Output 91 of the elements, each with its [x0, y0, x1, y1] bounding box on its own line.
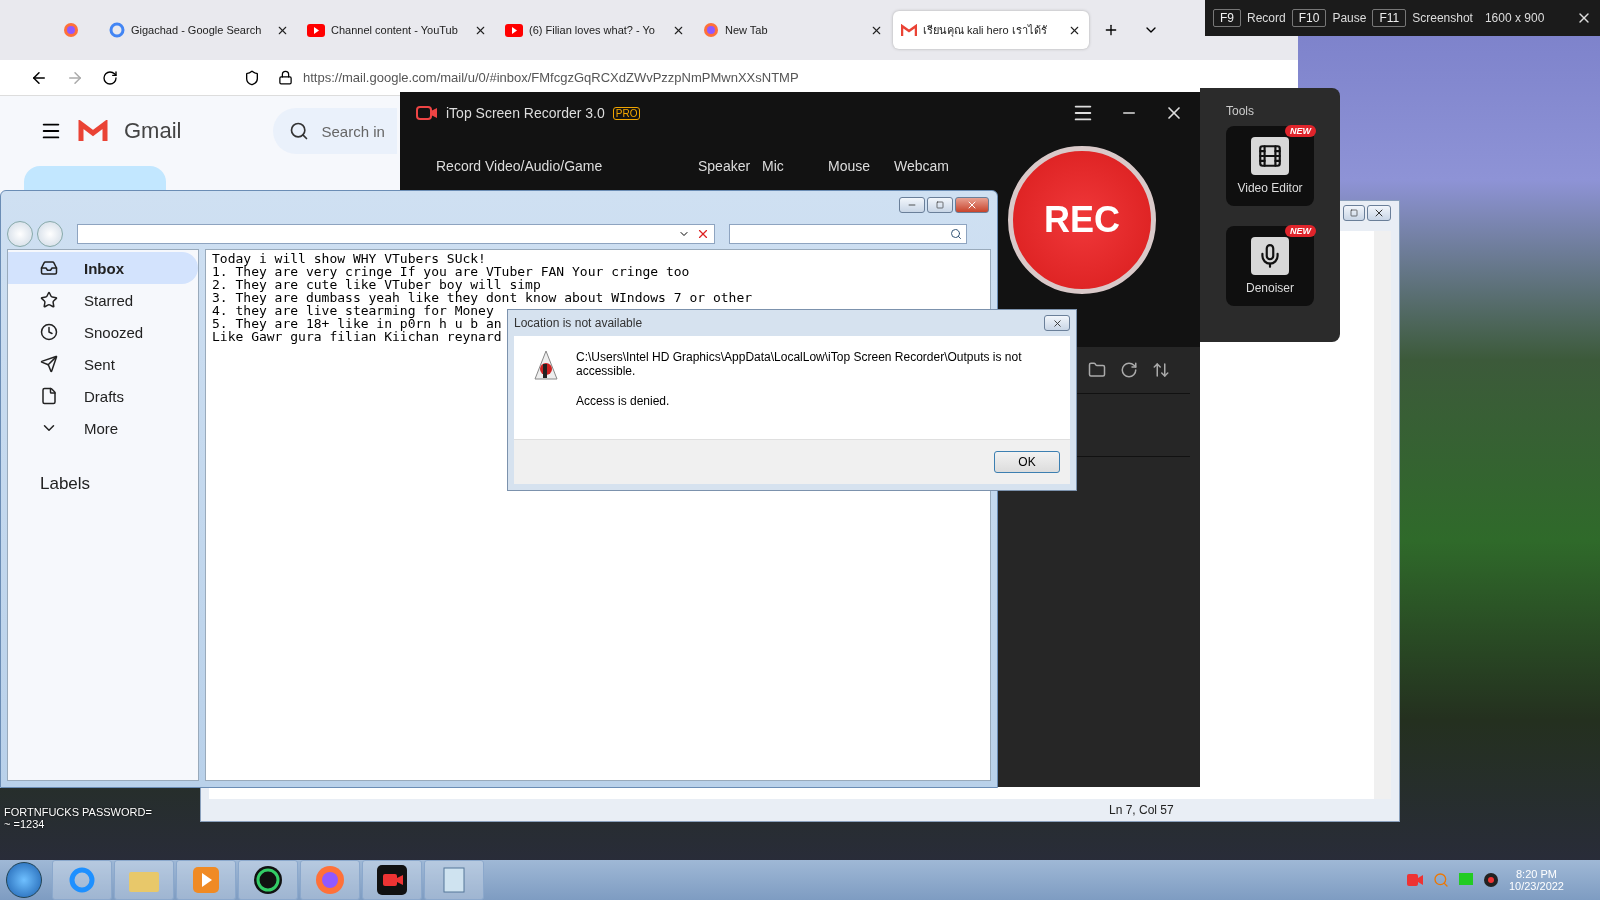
- u-circle-icon[interactable]: [253, 865, 283, 895]
- text-line: 2. They are cute like VTuber boy will simp: [212, 278, 541, 291]
- start-button[interactable]: [6, 862, 42, 898]
- option-label: Mic: [762, 158, 785, 174]
- resolution-text: 1600 x 900: [1484, 11, 1545, 25]
- new-tab-icon[interactable]: [1103, 22, 1119, 38]
- text-line: 3. They are dumbass yeah like they dont know about WIndows 7 or other: [212, 291, 753, 304]
- clock-date: 10/23/2022: [1508, 880, 1564, 892]
- close-icon: [1373, 207, 1385, 219]
- mail-m-icon: [901, 24, 917, 36]
- sort-icon[interactable]: [1152, 361, 1170, 379]
- browser-tab[interactable]: (6) Filian loves what? - Yo: [497, 11, 693, 49]
- minimize-button[interactable]: [899, 197, 925, 213]
- browser-globe-icon: [703, 22, 719, 38]
- browser-globe-icon: [63, 22, 79, 38]
- error-detail: Access is denied.: [576, 394, 671, 408]
- address-field[interactable]: [77, 224, 715, 244]
- close-button[interactable]: [1367, 205, 1391, 221]
- refresh-icon[interactable]: [1120, 361, 1138, 379]
- search-field[interactable]: Search in: [273, 108, 398, 154]
- shield-icon: [244, 69, 260, 86]
- browser-tab[interactable]: เรียนคุณ kali hero เราได้รั: [893, 11, 1089, 49]
- folder-icon[interactable]: [1088, 361, 1106, 379]
- tray-circle-icon[interactable]: [1482, 872, 1499, 888]
- maximize-icon: [936, 201, 944, 209]
- reload-icon[interactable]: [102, 69, 118, 86]
- search-icon: [289, 121, 310, 141]
- text-line: 4. they are live stearming for Money: [212, 304, 494, 317]
- search-icon: [950, 228, 962, 240]
- close-icon: [1051, 317, 1063, 329]
- option-label: Speaker: [698, 158, 752, 174]
- browser-tab[interactable]: Gigachad - Google Search: [101, 11, 297, 49]
- new-badge: NEW: [1285, 125, 1316, 137]
- app-title: iTop Screen Recorder 3.0: [446, 105, 605, 121]
- labels-heading: Labels: [40, 474, 92, 494]
- document-icon: [40, 387, 58, 405]
- camera-icon: [416, 105, 438, 121]
- hotkey-label: Screenshot: [1412, 11, 1473, 25]
- url-field[interactable]: https://mail.google.com/mail/u/0/#inbox/FMfcgzGqRCXdZWvPzzpNmPMwnXXsNTMP: [303, 70, 799, 85]
- send-icon: [40, 355, 58, 373]
- new-badge: NEW: [1285, 225, 1316, 237]
- tools-heading: Tools: [1226, 104, 1255, 118]
- option-label: Webcam: [894, 158, 950, 174]
- hotkey-label: Record: [1247, 11, 1286, 25]
- ok-button[interactable]: OK: [994, 451, 1060, 473]
- nav-item[interactable]: Snoozed: [8, 316, 198, 348]
- desktop-note-text: ~ =1234: [4, 818, 45, 830]
- text-line: Today i will show WHY VTubers SUck!: [212, 252, 486, 265]
- restore-icon: [1350, 209, 1358, 217]
- hotkey-key: F11: [1372, 9, 1407, 27]
- camera-icon[interactable]: [377, 865, 407, 895]
- browser-tab[interactable]: Channel content - YouTub: [299, 11, 495, 49]
- lock-icon: [278, 70, 293, 85]
- tool-card[interactable]: NEW Video Editor: [1226, 126, 1314, 206]
- clock-time: 8:20 PM: [1516, 868, 1557, 880]
- play-icon[interactable]: [193, 867, 219, 893]
- gmail-logo-icon: [78, 120, 108, 142]
- restore-button[interactable]: [1343, 205, 1365, 221]
- option-label: Mouse: [828, 158, 872, 174]
- desktop-note-text: FORTNFUCKS PASSWORD=: [4, 806, 152, 818]
- play-icon: [505, 23, 523, 37]
- clock-icon: [40, 323, 58, 341]
- gmail-logo-text: Gmail: [124, 118, 182, 144]
- warning-figure-icon: [534, 350, 558, 380]
- nav-item[interactable]: Starred: [8, 284, 198, 316]
- hotkey-label: Pause: [1332, 11, 1367, 25]
- error-message: C:\Users\Intel HD Graphics\AppData\LocalLow\iTop Screen Recorder\Outputs is not accessible.: [576, 350, 1023, 378]
- film-icon: [1257, 143, 1283, 169]
- tool-card[interactable]: NEW Denoiser: [1226, 226, 1314, 306]
- text-line: Like Gawr gura filian Kiichan reynard: [212, 330, 502, 343]
- nav-item[interactable]: Inbox: [8, 252, 198, 284]
- pro-badge: PRO: [612, 106, 641, 120]
- dialog-title: Location is not available: [514, 316, 643, 330]
- hotkey-key: F10: [1291, 9, 1327, 27]
- nav-item[interactable]: Drafts: [8, 380, 198, 412]
- nav-item[interactable]: Sent: [8, 348, 198, 380]
- text-line: 1. They are very cringe If you are VTuber FAN Your cringe too: [212, 265, 690, 278]
- search-field[interactable]: [729, 224, 967, 244]
- text-line: 5. They are 18+ like in p0rn h u b an: [212, 317, 502, 330]
- close-button[interactable]: [1044, 315, 1070, 331]
- browser-tab[interactable]: New Tab: [695, 11, 891, 49]
- close-icon: [966, 199, 978, 211]
- hotkey-key: F9: [1213, 9, 1241, 27]
- cursor-position-text: Ln 7, Col 57: [1109, 803, 1174, 817]
- nav-item[interactable]: More: [8, 412, 198, 444]
- inbox-icon: [40, 259, 58, 277]
- star-icon: [40, 291, 58, 309]
- source-label: Record Video/Audio/Game: [436, 158, 604, 174]
- play-icon: [307, 23, 325, 37]
- record-button[interactable]: REC: [1008, 146, 1156, 294]
- maximize-button[interactable]: [927, 197, 953, 213]
